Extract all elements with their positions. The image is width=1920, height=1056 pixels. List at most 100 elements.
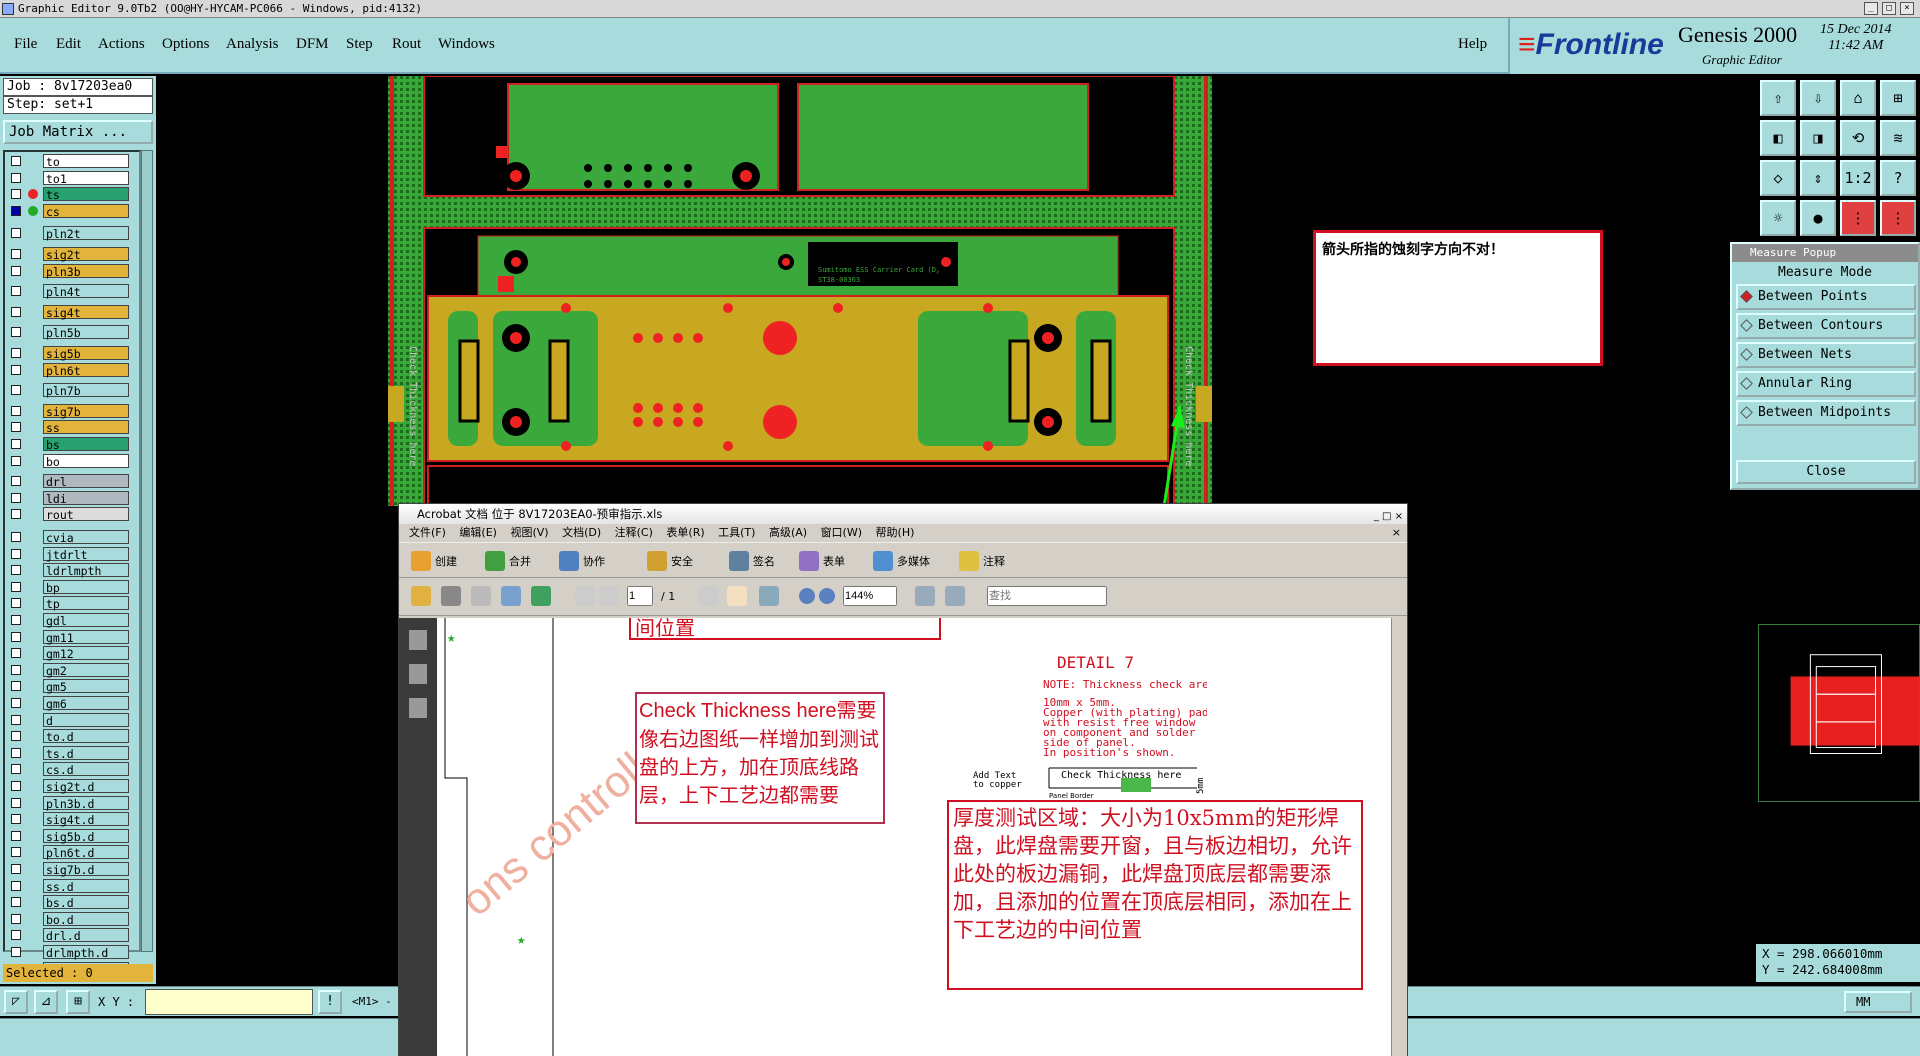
- layer-list-scrollbar[interactable]: [141, 150, 153, 952]
- layer-checkbox[interactable]: [11, 565, 21, 576]
- menu-step[interactable]: Step: [346, 36, 373, 53]
- layer-checkbox[interactable]: [11, 405, 21, 416]
- layer-row-bs[interactable]: bs: [7, 437, 129, 452]
- layer-name[interactable]: gm11: [43, 629, 129, 645]
- layer-checkbox[interactable]: [11, 764, 21, 775]
- zoom-input[interactable]: [843, 586, 897, 606]
- snap-tool-icon[interactable]: ⊿: [34, 990, 58, 1014]
- zoom-in-icon[interactable]: [819, 588, 835, 604]
- acro-menu-comments[interactable]: 注释(C): [615, 526, 653, 539]
- layer-checkbox[interactable]: [11, 249, 21, 259]
- menu-actions[interactable]: Actions: [98, 36, 145, 53]
- layer-row-pln6t-d[interactable]: pln6t.d: [7, 845, 129, 860]
- layer-row-gdl[interactable]: gdl: [7, 613, 129, 628]
- xy-input[interactable]: [145, 989, 313, 1015]
- tool-button-16[interactable]: ⋮: [1880, 200, 1916, 236]
- layer-row-sig5b-d[interactable]: sig5b.d: [7, 828, 129, 844]
- layer-checkbox[interactable]: [11, 897, 21, 908]
- select-text-icon[interactable]: [699, 586, 719, 606]
- task-comment[interactable]: 注释: [983, 553, 1005, 569]
- menu-options[interactable]: Options: [162, 36, 210, 53]
- layer-name[interactable]: pln7b: [43, 383, 129, 398]
- page-number-input[interactable]: [627, 586, 653, 606]
- task-create[interactable]: 创建: [435, 553, 457, 569]
- layer-name[interactable]: pln2t: [43, 226, 129, 241]
- tool-button-15[interactable]: ⋮: [1840, 200, 1876, 236]
- layer-row-to-d[interactable]: to.d: [7, 729, 129, 744]
- layer-row-cs-d[interactable]: cs.d: [7, 762, 129, 777]
- layer-row-pln4t[interactable]: pln4t: [7, 284, 129, 299]
- tool-button-8[interactable]: ≋: [1880, 120, 1916, 156]
- layer-checkbox[interactable]: [11, 455, 21, 466]
- layer-checkbox[interactable]: [11, 947, 21, 957]
- layer-checkbox[interactable]: [11, 913, 21, 924]
- units-selector[interactable]: MM: [1844, 991, 1912, 1013]
- layer-checkbox[interactable]: [11, 714, 21, 725]
- layer-checkbox[interactable]: [11, 681, 21, 692]
- layer-name[interactable]: ts: [43, 187, 129, 202]
- layer-name[interactable]: ldrlmpth: [43, 563, 129, 578]
- layer-name[interactable]: rout: [43, 507, 129, 522]
- overview-minimap[interactable]: [1758, 624, 1920, 802]
- layer-checkbox[interactable]: [11, 422, 21, 433]
- layer-name[interactable]: sig5b: [43, 346, 129, 361]
- layer-row-ss[interactable]: ss: [7, 420, 129, 435]
- layer-name[interactable]: sig7b.d: [43, 862, 129, 877]
- layer-name[interactable]: sig4t: [43, 304, 129, 320]
- layer-name[interactable]: cs.d: [43, 762, 129, 777]
- layer-checkbox[interactable]: [11, 364, 21, 375]
- select-tool-icon[interactable]: ◸: [4, 990, 28, 1014]
- layer-row-drl-d[interactable]: drl.d: [7, 928, 129, 943]
- layer-name[interactable]: bs.d: [43, 895, 129, 910]
- layer-row-gm5[interactable]: gm5: [7, 679, 129, 694]
- layer-row-rout[interactable]: rout: [7, 507, 129, 522]
- layer-checkbox[interactable]: [11, 172, 21, 183]
- layer-checkbox[interactable]: [11, 439, 21, 449]
- close-icon[interactable]: ×: [1900, 2, 1914, 15]
- layer-row-to[interactable]: to: [7, 154, 129, 169]
- task-sign[interactable]: 签名: [753, 553, 775, 569]
- layer-name[interactable]: cvia: [43, 530, 129, 545]
- layer-checkbox[interactable]: [11, 476, 21, 487]
- layer-row-sig4t-d[interactable]: sig4t.d: [7, 812, 129, 827]
- layer-name[interactable]: jtdrlt: [43, 546, 129, 562]
- tool-button-1[interactable]: ⇧: [1760, 80, 1796, 116]
- layer-name[interactable]: pln6t.d: [43, 845, 129, 860]
- menu-analysis[interactable]: Analysis: [226, 36, 279, 53]
- menu-help[interactable]: Help: [1458, 36, 1487, 53]
- layer-name[interactable]: bp: [43, 579, 129, 595]
- layer-checkbox[interactable]: [11, 532, 21, 542]
- tool-button-14[interactable]: ●: [1800, 200, 1836, 236]
- layer-row-pln5b[interactable]: pln5b: [7, 325, 129, 340]
- zoom-tool-icon[interactable]: [759, 586, 779, 606]
- layer-checkbox[interactable]: [11, 509, 21, 520]
- layer-row-sig2t-d[interactable]: sig2t.d: [7, 779, 129, 794]
- menu-dfm[interactable]: DFM: [296, 36, 329, 53]
- measure-option-between-points[interactable]: Between Points: [1736, 284, 1916, 310]
- layer-checkbox[interactable]: [11, 205, 21, 216]
- measure-option-annular-ring[interactable]: Annular Ring: [1736, 371, 1916, 397]
- layer-row-ldrlmpth[interactable]: ldrlmpth: [7, 563, 129, 578]
- pdf-vertical-scrollbar[interactable]: [1391, 618, 1407, 1056]
- acro-menu-file[interactable]: 文件(F): [409, 526, 446, 539]
- layer-name[interactable]: sig5b.d: [43, 828, 129, 844]
- layer-name[interactable]: d: [43, 712, 129, 728]
- find-input[interactable]: [987, 586, 1107, 606]
- next-page-icon[interactable]: [599, 586, 619, 606]
- layer-row-gm12[interactable]: gm12: [7, 646, 129, 661]
- menu-file[interactable]: File: [14, 36, 37, 53]
- layer-row-jtdrlt[interactable]: jtdrlt: [7, 546, 129, 562]
- layer-row-bp[interactable]: bp: [7, 579, 129, 595]
- open-icon[interactable]: [411, 586, 431, 606]
- layer-checkbox[interactable]: [11, 492, 21, 503]
- acro-menu-help[interactable]: 帮助(H): [876, 526, 915, 539]
- layer-list[interactable]: to to1 ts cs pln2t sig2t pln3b pln4t sig4t pln5b s…: [3, 150, 141, 977]
- pdf-page[interactable]: ★ ★ ons controlle DETAIL 7 NOTE: Thickne…: [399, 618, 1407, 1056]
- layer-name[interactable]: drlmpth.d: [43, 945, 129, 960]
- layer-row-ss-d[interactable]: ss.d: [7, 878, 129, 894]
- print-icon[interactable]: [441, 586, 461, 606]
- layer-checkbox[interactable]: [11, 930, 21, 941]
- layer-row-sig2t[interactable]: sig2t: [7, 247, 129, 262]
- layer-row-pln7b[interactable]: pln7b: [7, 383, 129, 398]
- layer-row-pln2t[interactable]: pln2t: [7, 226, 129, 241]
